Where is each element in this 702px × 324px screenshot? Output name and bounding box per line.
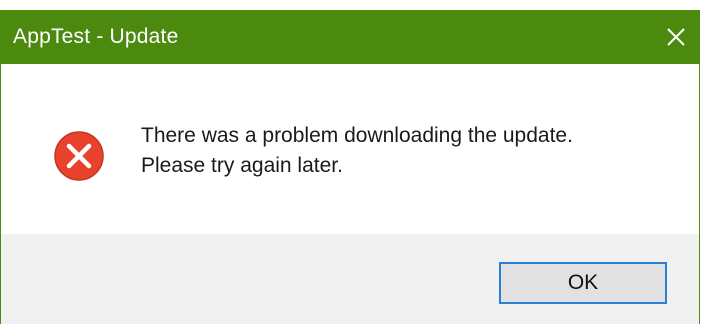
close-icon: [666, 27, 686, 47]
error-icon: [53, 130, 105, 182]
close-button[interactable]: [653, 10, 699, 64]
error-message-line-1: There was a problem downloading the upda…: [141, 124, 573, 147]
title-bar[interactable]: AppTest - Update: [1, 10, 699, 64]
error-message: There was a problem downloading the upda…: [141, 121, 573, 181]
button-bar: OK: [1, 234, 699, 324]
ok-button[interactable]: OK: [499, 262, 667, 304]
error-message-line-2: Please try again later.: [141, 154, 343, 177]
update-error-dialog: AppTest - Update There was a problem dow…: [0, 10, 700, 324]
dialog-content: There was a problem downloading the upda…: [1, 64, 699, 234]
window-title: AppTest - Update: [13, 25, 179, 48]
